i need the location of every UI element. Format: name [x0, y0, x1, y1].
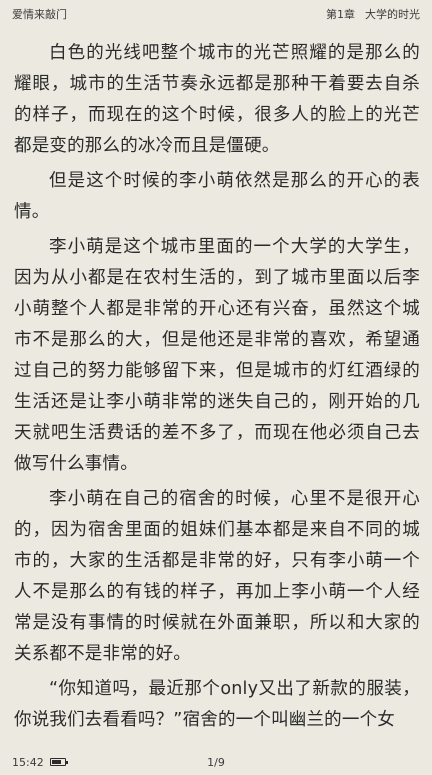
reader-footer: 15:42 1/9: [0, 749, 432, 775]
paragraph: “你知道吗，最近那个only又出了新款的服装，你说我们去看看吗？”宿舍的一个叫幽…: [14, 679, 420, 730]
chapter-title: 大学的时光: [365, 8, 420, 21]
chapter-info: 第1章 大学的时光: [326, 6, 420, 22]
reader-header: 爱情来敲门 第1章 大学的时光: [0, 0, 432, 28]
chapter-content: 白色的光线吧整个城市的光芒照耀的是那么的耀眼，城市的生活节奏永远都是那种干着要去…: [14, 38, 420, 740]
reader-page[interactable]: 爱情来敲门 第1章 大学的时光 白色的光线吧整个城市的光芒照耀的是那么的耀眼，城…: [0, 0, 432, 775]
clock-time: 15:42: [12, 755, 44, 769]
paragraph: 李小萌在自己的宿舍的时候，心里不是很开心的，因为宿舍里面的姐妹们基本都是来自不同…: [14, 489, 420, 664]
page-indicator: 1/9: [207, 755, 225, 769]
battery-level-fill: [51, 760, 61, 764]
paragraph: 但是这个时候的李小萌依然是那么的开心的表情。: [14, 171, 420, 222]
paragraph: 李小萌是这个城市里面的一个大学的大学生，因为从小都是在农村生活的，到了城市里面以…: [14, 237, 420, 474]
paragraph: 白色的光线吧整个城市的光芒照耀的是那么的耀眼，城市的生活节奏永远都是那种干着要去…: [14, 43, 420, 156]
status-group: 15:42: [12, 755, 68, 769]
book-title: 爱情来敲门: [12, 8, 67, 21]
chapter-number: 第1章: [326, 8, 355, 21]
battery-icon: [49, 758, 68, 766]
